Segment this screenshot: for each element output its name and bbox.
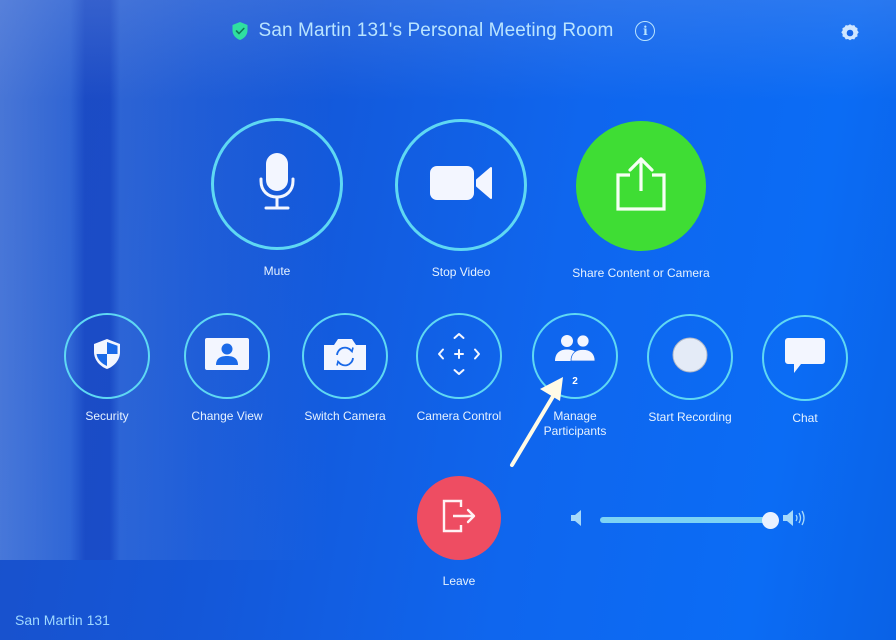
- security-button-ring[interactable]: [64, 313, 150, 399]
- video-camera-icon: [428, 163, 494, 208]
- participant-count: 2: [572, 376, 578, 387]
- volume-slider-thumb[interactable]: [761, 511, 779, 529]
- participants-icon: [554, 334, 596, 367]
- security-button[interactable]: Security: [62, 313, 152, 424]
- change-view-button[interactable]: Change View: [182, 313, 272, 424]
- pan-tilt-zoom-icon: [435, 330, 483, 383]
- manage-participants-button-ring[interactable]: 2: [532, 313, 618, 399]
- leave-button-circle[interactable]: [417, 476, 501, 560]
- camera-control-button[interactable]: Camera Control: [414, 313, 504, 424]
- stop-video-button[interactable]: Stop Video: [395, 119, 527, 280]
- leave-label: Leave: [442, 574, 476, 588]
- record-icon: [671, 336, 709, 379]
- camera-control-button-ring[interactable]: [416, 313, 502, 399]
- camera-control-label: Camera Control: [416, 409, 502, 423]
- share-content-button[interactable]: Share Content or Camera: [565, 121, 717, 281]
- chat-button-ring[interactable]: [762, 315, 848, 401]
- manage-participants-button[interactable]: 2 Manage Participants: [530, 313, 620, 439]
- share-label: Share Content or Camera: [572, 266, 710, 280]
- leave-button[interactable]: Leave: [416, 476, 502, 589]
- stop-video-label: Stop Video: [431, 265, 491, 279]
- manage-participants-label-line1: Manage: [553, 409, 597, 423]
- chat-bubble-icon: [783, 336, 827, 381]
- start-recording-label: Start Recording: [648, 410, 732, 424]
- speaker-low-icon[interactable]: [570, 509, 582, 532]
- start-recording-button-ring[interactable]: [647, 314, 733, 400]
- shield-check-icon: [231, 21, 249, 41]
- switch-camera-button-ring[interactable]: [302, 313, 388, 399]
- start-recording-button[interactable]: Start Recording: [645, 314, 735, 425]
- exit-icon: [439, 498, 479, 539]
- change-view-label: Change View: [191, 409, 263, 423]
- chat-button[interactable]: Chat: [760, 315, 850, 426]
- security-label: Security: [85, 409, 129, 423]
- volume-slider-track[interactable]: [600, 511, 779, 529]
- mute-button[interactable]: Mute: [211, 118, 343, 279]
- share-button-circle[interactable]: [576, 121, 706, 251]
- microphone-icon: [257, 151, 297, 218]
- security-shield-icon: [92, 338, 122, 375]
- switch-camera-icon: [322, 336, 368, 377]
- volume-control: [570, 508, 820, 532]
- meeting-title-group: San Martin 131's Personal Meeting Room i: [231, 20, 656, 42]
- switch-camera-button[interactable]: Switch Camera: [300, 313, 390, 424]
- room-name-footer: San Martin 131: [15, 612, 110, 628]
- change-view-button-ring[interactable]: [184, 313, 270, 399]
- info-icon[interactable]: i: [635, 21, 656, 41]
- stop-video-button-ring[interactable]: [395, 119, 527, 251]
- share-upload-icon: [613, 156, 669, 217]
- mute-label: Mute: [263, 264, 291, 278]
- meeting-title: San Martin 131's Personal Meeting Room: [258, 20, 614, 41]
- screen-glare: [0, 0, 340, 560]
- manage-participants-label-line2: Participants: [543, 424, 607, 438]
- switch-camera-label: Switch Camera: [304, 409, 386, 423]
- chat-label: Chat: [792, 411, 818, 425]
- header-bar: San Martin 131's Personal Meeting Room i: [0, 14, 896, 48]
- speaker-view-icon: [204, 337, 250, 376]
- mute-button-ring[interactable]: [211, 118, 343, 250]
- speaker-high-icon[interactable]: [782, 509, 808, 532]
- gear-icon[interactable]: [839, 22, 861, 44]
